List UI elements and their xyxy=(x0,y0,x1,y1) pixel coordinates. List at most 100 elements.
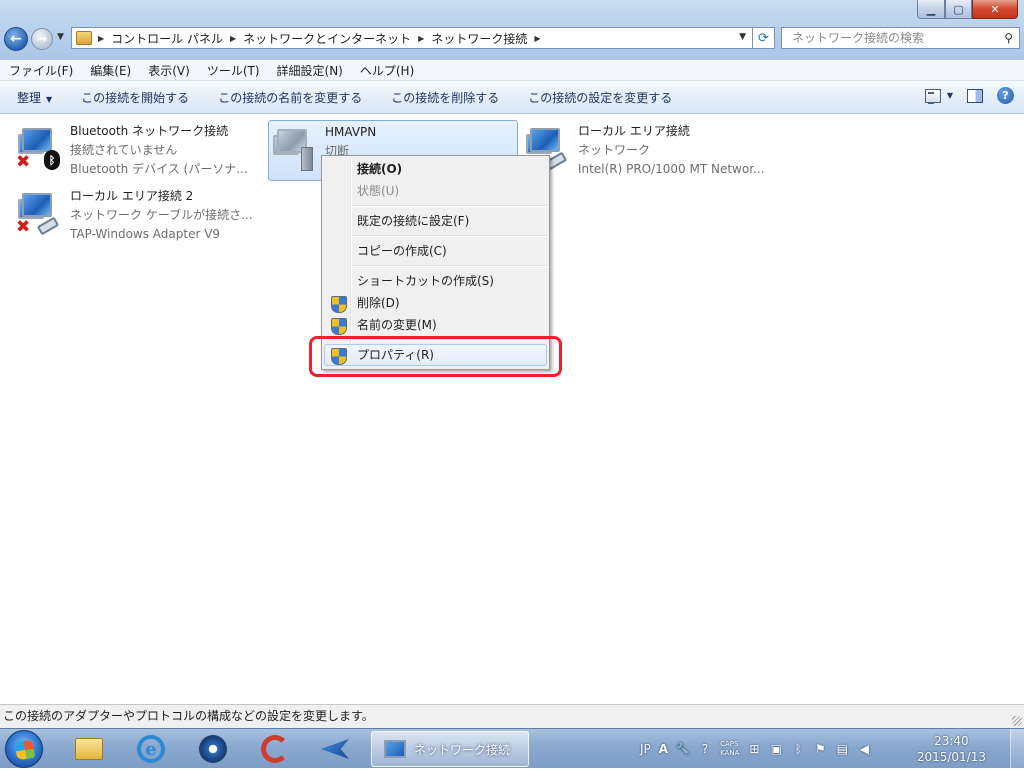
network-connections-icon xyxy=(384,740,406,758)
help-icon[interactable]: ? xyxy=(997,87,1014,104)
menu-help[interactable]: ヘルプ(H) xyxy=(351,62,422,79)
menu-item-delete[interactable]: 削除(D) xyxy=(324,292,547,314)
change-view-icon[interactable] xyxy=(924,88,941,104)
menu-bar: ファイル(F) 編集(E) 表示(V) ツール(T) 詳細設定(N) ヘルプ(H… xyxy=(0,60,1024,81)
chevron-right-icon[interactable]: ▶ xyxy=(98,34,104,43)
status-text: この接続のアダプターやプロトコルの構成などの設定を変更します。 xyxy=(3,709,374,723)
delete-connection-button[interactable]: この接続を削除する xyxy=(376,89,513,106)
start-button[interactable] xyxy=(5,730,43,768)
caps-kana-indicator: CAPS KANA xyxy=(720,740,739,758)
taskbar-network-connections[interactable]: ネットワーク接続 xyxy=(371,731,529,767)
menu-item-rename[interactable]: 名前の変更(M) xyxy=(324,314,547,336)
connection-bluetooth[interactable]: ✖ ᛒ Bluetooth ネットワーク接続 接続されていません Bluetoo… xyxy=(16,120,256,180)
uac-shield-icon xyxy=(331,318,347,335)
organize-button[interactable]: 整理 ▼ xyxy=(0,89,66,106)
disconnected-x-icon: ✖ xyxy=(16,217,31,237)
disconnected-x-icon: ✖ xyxy=(16,152,31,172)
breadcrumb-control-panel[interactable]: コントロール パネル xyxy=(111,30,223,47)
connection-details: ローカル エリア接続 ネットワーク Intel(R) PRO/1000 MT N… xyxy=(578,122,765,179)
close-button[interactable]: ✕ xyxy=(972,0,1018,19)
monitor-icon xyxy=(22,193,52,217)
menu-separator xyxy=(352,205,547,207)
address-history-dropdown[interactable]: ▼ xyxy=(739,32,746,42)
task-label: ネットワーク接続 xyxy=(414,742,511,757)
internet-explorer-icon: e xyxy=(137,735,165,763)
taskbar-ccleaner[interactable] xyxy=(248,731,302,767)
taskbar-media-player[interactable] xyxy=(186,731,240,767)
network-adapter-icon: ✖ xyxy=(16,191,62,237)
ime-options-icon[interactable]: ⊞ xyxy=(747,742,761,756)
monitor-icon xyxy=(22,128,52,152)
search-input[interactable] xyxy=(790,30,990,46)
taskbar-app-bird[interactable] xyxy=(308,731,362,767)
connection-name: ローカル エリア接続 xyxy=(578,124,690,138)
vpn-adapter-icon xyxy=(271,127,317,173)
arrow-right-icon: → xyxy=(36,31,48,47)
breadcrumb-network-internet[interactable]: ネットワークとインターネット xyxy=(243,30,411,47)
connection-details: ローカル エリア接続 2 ネットワーク ケーブルが接続さ... TAP-Wind… xyxy=(70,187,253,244)
menu-item-copy[interactable]: コピーの作成(C) xyxy=(324,240,547,262)
view-options-dropdown[interactable]: ▼ xyxy=(947,91,953,100)
recent-pages-dropdown[interactable]: ▼ xyxy=(57,32,64,42)
connection-status: ネットワーク xyxy=(578,143,651,157)
connection-status: 接続されていません xyxy=(70,143,178,157)
bird-app-icon xyxy=(321,739,349,759)
minimize-button[interactable]: ▁ xyxy=(917,0,945,19)
wrench-icon[interactable]: 🔧 xyxy=(676,742,691,756)
connection-status: ネットワーク ケーブルが接続さ... xyxy=(70,208,253,222)
server-icon xyxy=(301,147,313,171)
connection-local-area-2[interactable]: ✖ ローカル エリア接続 2 ネットワーク ケーブルが接続さ... TAP-Wi… xyxy=(16,185,266,245)
volume-icon[interactable]: ◀ xyxy=(857,742,871,756)
menu-file[interactable]: ファイル(F) xyxy=(0,62,81,79)
show-desktop-button[interactable] xyxy=(1010,729,1024,769)
back-button[interactable]: ← xyxy=(4,27,28,51)
clock[interactable]: 23:40 2015/01/13 xyxy=(917,733,986,765)
ethernet-cable-icon xyxy=(36,216,60,236)
action-center-icon[interactable]: ⚑ xyxy=(813,742,827,756)
folder-icon xyxy=(75,738,103,760)
maximize-button[interactable]: ▢ xyxy=(945,0,972,19)
clock-time: 23:40 xyxy=(934,734,969,748)
chevron-right-icon[interactable]: ▶ xyxy=(418,34,424,43)
forward-button[interactable]: → xyxy=(31,28,53,50)
control-panel-icon xyxy=(76,31,92,45)
menu-edit[interactable]: 編集(E) xyxy=(81,62,139,79)
breadcrumb-network-connections[interactable]: ネットワーク接続 xyxy=(431,30,527,47)
menu-item-set-default[interactable]: 既定の接続に設定(F) xyxy=(324,210,547,232)
network-tray-icon[interactable]: ▤ xyxy=(835,742,849,756)
menu-separator xyxy=(352,265,547,267)
command-bar: 整理 ▼ この接続を開始する この接続の名前を変更する この接続を削除する この接… xyxy=(0,81,1024,114)
command-bar-tools: ▼ ? xyxy=(924,87,1014,104)
chevron-right-icon[interactable]: ▶ xyxy=(230,34,236,43)
bluetooth-icon: ᛒ xyxy=(44,150,60,170)
connection-device: Bluetooth デバイス (パーソナ... xyxy=(70,162,248,176)
language-indicator[interactable]: JP xyxy=(640,742,651,756)
refresh-button[interactable]: ⟳ xyxy=(753,27,775,49)
uac-shield-icon xyxy=(331,296,347,313)
connection-local-area[interactable]: ローカル エリア接続 ネットワーク Intel(R) PRO/1000 MT N… xyxy=(524,120,784,180)
ime-help-icon[interactable]: ? xyxy=(698,742,712,756)
search-icon[interactable]: ⚲ xyxy=(1004,31,1013,45)
start-connection-button[interactable]: この接続を開始する xyxy=(66,89,203,106)
taskbar-internet-explorer[interactable]: e xyxy=(124,731,178,767)
menu-tools[interactable]: ツール(T) xyxy=(198,62,268,79)
bluetooth-tray-icon[interactable]: ᛒ xyxy=(791,742,805,756)
change-settings-button[interactable]: この接続の設定を変更する xyxy=(513,89,686,106)
menu-view[interactable]: 表示(V) xyxy=(139,62,198,79)
menu-item-create-shortcut[interactable]: ショートカットの作成(S) xyxy=(324,270,547,292)
taskbar-explorer[interactable] xyxy=(62,731,116,767)
rename-connection-button[interactable]: この接続の名前を変更する xyxy=(203,89,376,106)
search-box[interactable]: ⚲ xyxy=(781,27,1020,49)
resize-grip[interactable] xyxy=(1012,716,1022,726)
connection-details: Bluetooth ネットワーク接続 接続されていません Bluetooth デ… xyxy=(70,122,248,179)
ime-mode-indicator[interactable]: A xyxy=(659,742,668,756)
address-bar[interactable]: ▶ コントロール パネル ▶ ネットワークとインターネット ▶ ネットワーク接続… xyxy=(71,27,753,49)
menu-advanced[interactable]: 詳細設定(N) xyxy=(268,62,351,79)
windows-logo-icon xyxy=(14,739,36,761)
vm-icon[interactable]: ▣ xyxy=(769,742,783,756)
chevron-right-icon[interactable]: ▶ xyxy=(534,34,540,43)
media-player-icon xyxy=(199,735,227,763)
refresh-icon: ⟳ xyxy=(758,30,769,46)
menu-item-connect[interactable]: 接続(O) xyxy=(324,158,547,180)
preview-pane-icon[interactable] xyxy=(967,88,983,103)
